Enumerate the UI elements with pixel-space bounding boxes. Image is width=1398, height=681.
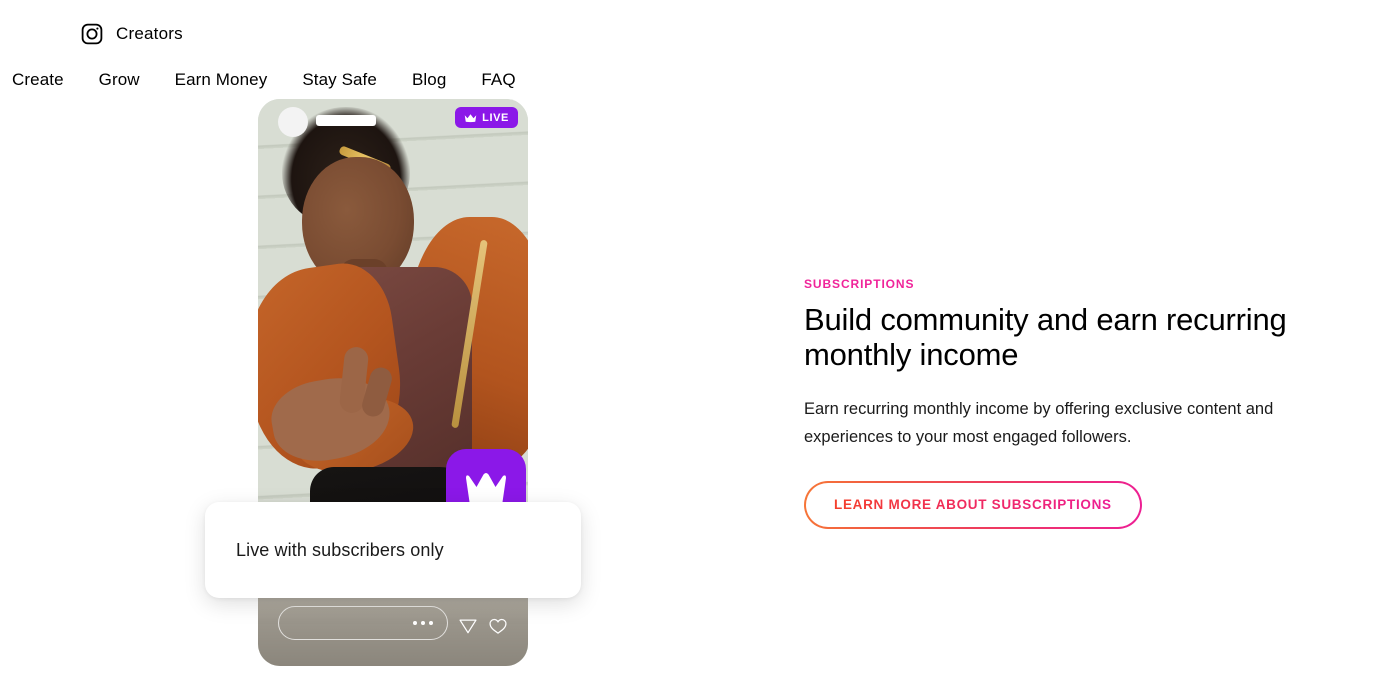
send-icon[interactable] xyxy=(458,616,478,636)
callout-text: Live with subscribers only xyxy=(236,539,444,560)
instagram-icon xyxy=(80,22,104,46)
body-text: Earn recurring monthly income by offerin… xyxy=(804,400,1274,446)
live-subscribers-callout-card: Live with subscribers only xyxy=(205,502,581,598)
learn-more-button[interactable]: LEARN MORE ABOUT SUBSCRIPTIONS xyxy=(804,481,1142,529)
brand-label: Creators xyxy=(116,24,183,43)
nav-item-grow[interactable]: Grow xyxy=(99,70,140,90)
nav-item-earn-money[interactable]: Earn Money xyxy=(175,70,268,90)
heart-icon[interactable] xyxy=(488,616,508,636)
live-badge[interactable]: LIVE xyxy=(455,107,518,128)
content-panel: SUBSCRIPTIONS Build community and earn r… xyxy=(804,277,1304,529)
crown-icon xyxy=(464,113,477,123)
username-placeholder-bar xyxy=(316,115,376,126)
nav-item-create[interactable]: Create xyxy=(12,70,64,90)
brand-logo[interactable]: Creators xyxy=(80,20,183,48)
nav-item-blog[interactable]: Blog xyxy=(412,70,446,90)
crown-icon xyxy=(464,472,508,506)
page-title: Build community and earn recurring month… xyxy=(804,302,1287,372)
eyebrow-label: SUBSCRIPTIONS xyxy=(804,277,915,291)
nav-item-faq[interactable]: FAQ xyxy=(481,70,515,90)
main-nav: Create Grow Earn Money Stay Safe Blog FA… xyxy=(0,70,1398,90)
live-badge-label: LIVE xyxy=(482,111,509,124)
avatar[interactable] xyxy=(278,107,308,137)
ellipsis-icon xyxy=(413,621,433,625)
comment-input[interactable] xyxy=(278,606,448,640)
nav-item-stay-safe[interactable]: Stay Safe xyxy=(302,70,377,90)
learn-more-button-label: LEARN MORE ABOUT SUBSCRIPTIONS xyxy=(834,497,1112,513)
